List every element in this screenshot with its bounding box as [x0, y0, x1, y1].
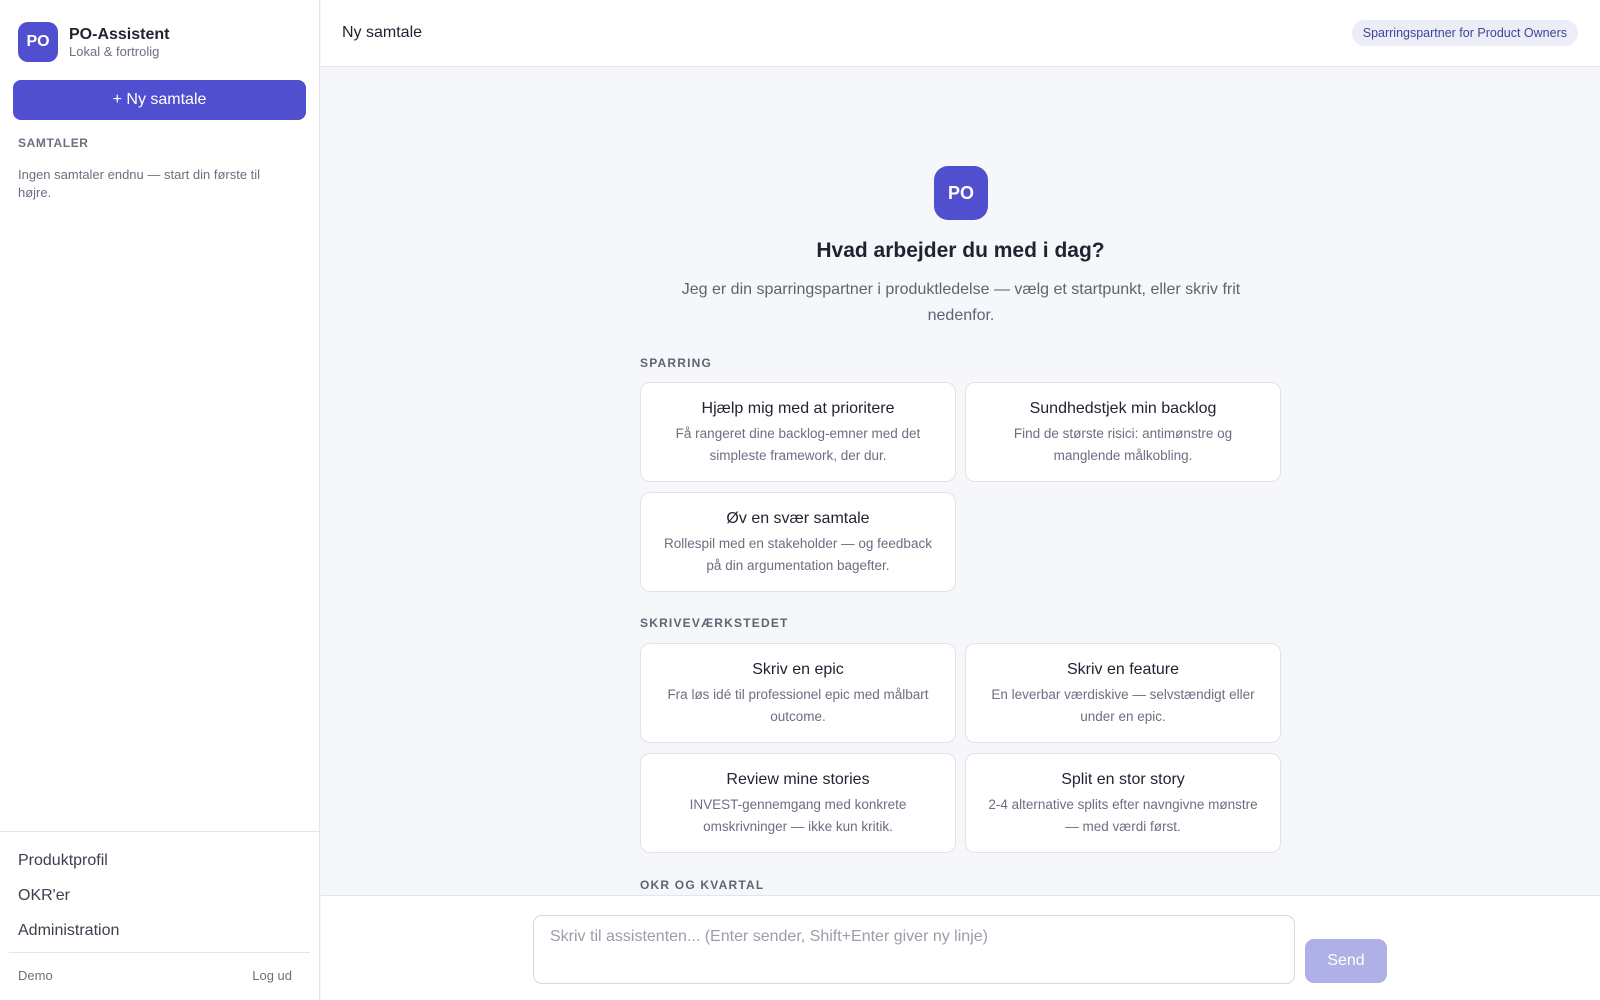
sidebar-item-product-profile[interactable]: Produktprofil: [18, 852, 108, 870]
page-title: Ny samtale: [342, 24, 423, 41]
sidebar-user-divider: [9, 952, 310, 953]
brand: PO PO-Assistent Lokal & fortrolig: [18, 22, 169, 62]
brand-text: PO-Assistent Lokal & fortrolig: [69, 25, 169, 60]
group-label-writing-workshop: SKRIVEVÆRKSTEDET: [640, 616, 789, 630]
prompt-card-backlog-health[interactable]: Sundhedstjek min backlog Find de største…: [965, 382, 1281, 482]
card-description: Rollespil med en stakeholder — og feedba…: [664, 536, 932, 573]
logout-link[interactable]: Log ud: [252, 968, 292, 983]
prompt-card-write-epic[interactable]: Skriv en epic Fra løs idé til profession…: [640, 643, 956, 743]
conversations-heading: SAMTALER: [18, 136, 89, 150]
hero-subtitle: Jeg er din sparringspartner i produktled…: [681, 281, 1241, 324]
card-title: Sundhedstjek min backlog: [1029, 400, 1217, 417]
hero-logo: PO: [934, 166, 988, 220]
sidebar-footer-divider: [0, 831, 319, 832]
card-description: Fra løs idé til professionel epic med må…: [667, 687, 929, 724]
prompt-card-review-stories[interactable]: Review mine stories INVEST-gennemgang me…: [640, 753, 956, 853]
message-composer: Send: [321, 895, 1600, 1000]
current-user: Demo: [18, 968, 53, 983]
main-content: PO Hvad arbejder du med i dag? Jeg er di…: [321, 68, 1600, 895]
brand-title: PO-Assistent: [69, 25, 170, 43]
card-title: Skriv en feature: [1066, 661, 1180, 678]
card-description: En leverbar værdiskive — selvstændigt el…: [991, 687, 1255, 724]
card-title: Skriv en epic: [752, 661, 844, 678]
group-label-okr-quarter: OKR OG KVARTAL: [640, 878, 765, 892]
role-badge: Sparringspartner for Product Owners: [1351, 20, 1578, 46]
card-title: Review mine stories: [726, 771, 870, 788]
card-description: INVEST-gennemgang med konkrete omskrivni…: [689, 797, 907, 834]
brand-logo: PO: [18, 22, 58, 62]
group-label-sparring: SPARRING: [640, 356, 713, 370]
sidebar-item-administration[interactable]: Administration: [18, 922, 119, 940]
card-title: Split en stor story: [1061, 771, 1185, 788]
sidebar: PO PO-Assistent Lokal & fortrolig + Ny s…: [0, 0, 320, 1000]
hero-title: Hvad arbejder du med i dag?: [816, 239, 1105, 262]
prompt-card-prioritize[interactable]: Hjælp mig med at prioritere Få rangeret …: [640, 382, 956, 482]
sidebar-item-okrs[interactable]: OKR'er: [18, 887, 70, 905]
prompt-card-split-story[interactable]: Split en stor story 2-4 alternative spli…: [965, 753, 1281, 853]
card-title: Øv en svær samtale: [726, 510, 870, 527]
top-bar: Ny samtale Sparringspartner for Product …: [321, 0, 1600, 67]
card-description: 2-4 alternative splits efter navngivne m…: [988, 797, 1258, 834]
card-description: Find de største risici: antimønstre og m…: [1013, 426, 1233, 463]
message-input[interactable]: [533, 915, 1295, 984]
card-title: Hjælp mig med at prioritere: [701, 400, 895, 417]
send-button[interactable]: Send: [1305, 939, 1387, 983]
brand-subtitle: Lokal & fortrolig: [69, 43, 160, 59]
prompt-card-write-feature[interactable]: Skriv en feature En leverbar værdiskive …: [965, 643, 1281, 743]
card-description: Få rangeret dine backlog-emner med det s…: [675, 426, 921, 463]
prompt-card-difficult-conversation[interactable]: Øv en svær samtale Rollespil med en stak…: [640, 492, 956, 592]
new-chat-button[interactable]: + Ny samtale: [13, 80, 306, 120]
empty-conversations-note: Ingen samtaler endnu — start din første …: [18, 167, 261, 200]
